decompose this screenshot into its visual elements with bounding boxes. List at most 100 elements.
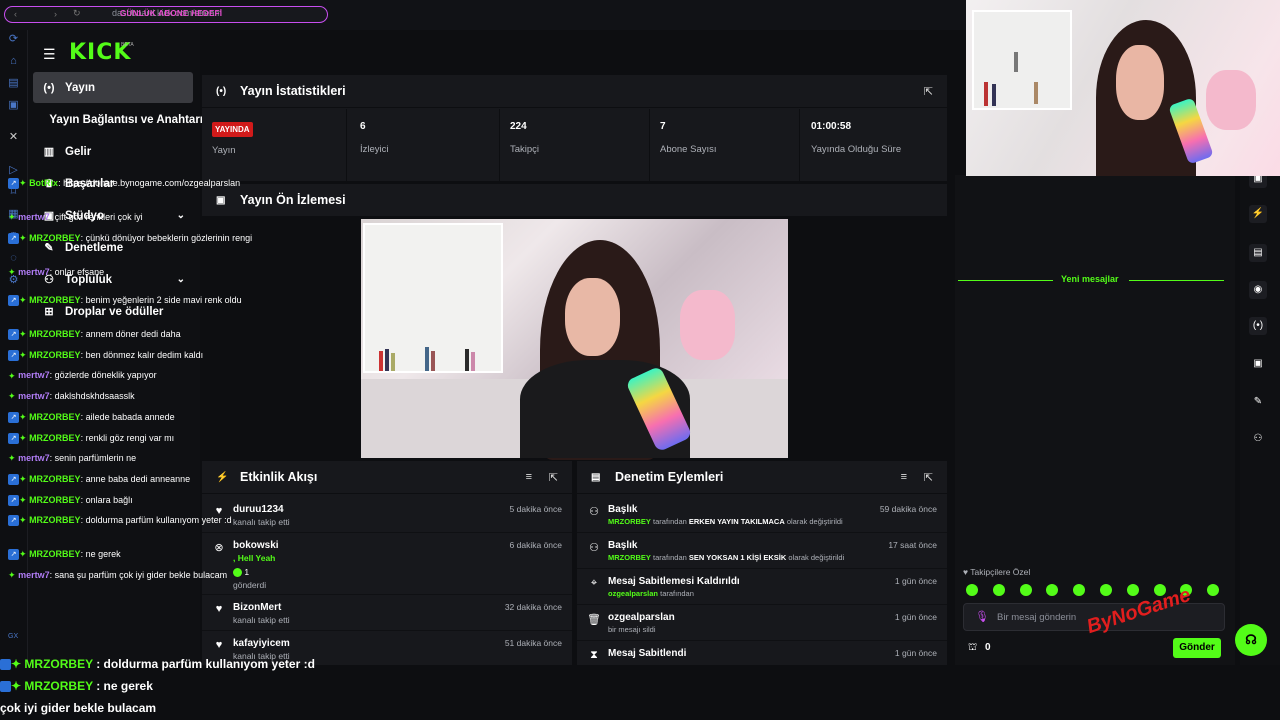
moderator-badge-icon: ↗ bbox=[8, 515, 19, 527]
heart-icon: ♥ bbox=[215, 639, 223, 651]
moderation-detail: ozgealparslan tarafından bbox=[608, 589, 694, 598]
stat-value: 6 bbox=[360, 121, 366, 132]
moderation-row: ⧗ Mesaj Sabitlendi 1 gün önce bbox=[577, 641, 947, 665]
nav-item-yayin[interactable]: (•) Yayın bbox=[33, 72, 193, 103]
popout-icon[interactable]: ⇱ bbox=[924, 471, 933, 484]
moderation-title[interactable]: ozgealparslan bbox=[608, 612, 675, 623]
reload-icon[interactable]: ↻ bbox=[73, 8, 81, 19]
new-value: SEN YOKSAN 1 KİŞİ EKSİK bbox=[688, 553, 787, 562]
send-button[interactable]: Gönder bbox=[1173, 638, 1221, 658]
activity-user[interactable]: BizonMert bbox=[233, 602, 281, 613]
beta-label: BETA bbox=[121, 42, 134, 48]
emote-icon[interactable] bbox=[1100, 584, 1112, 596]
studio-icon[interactable]: ▣ bbox=[1249, 355, 1267, 373]
chat-username[interactable]: MRZORBEY bbox=[29, 295, 81, 305]
back-icon[interactable]: ‹ bbox=[14, 9, 17, 19]
activity-text: kanalı takip etti bbox=[233, 615, 290, 625]
chat-text: ailede babada annede bbox=[85, 411, 175, 422]
moderation-time: 59 dakika önce bbox=[879, 504, 937, 514]
nav-item-gelir[interactable]: ▥ Gelir bbox=[33, 136, 193, 167]
moderator-name[interactable]: MRZORBEY bbox=[608, 553, 651, 562]
chat-message: ↗ ✦ MRZORBEY: doldurma parfüm kullanıyom … bbox=[8, 514, 270, 527]
plush-toy bbox=[680, 290, 735, 360]
sparkle-icon: ✦ bbox=[19, 349, 27, 360]
x-app-icon[interactable]: ✕ bbox=[7, 131, 20, 144]
chat-text: benim yeğenlerin 2 side mavi renk oldu bbox=[85, 295, 242, 305]
refresh-app-icon[interactable]: ⟳ bbox=[7, 33, 20, 46]
filter-icon[interactable]: ≡ bbox=[901, 471, 907, 483]
points-icon[interactable]: ⛫ bbox=[968, 642, 977, 655]
trash-icon: 🗑 bbox=[587, 614, 601, 626]
emote-icon[interactable] bbox=[1126, 584, 1139, 596]
chat-message: ✦ mertw7: gözlerde döneklik yapıyor bbox=[8, 370, 157, 381]
stat-followers: 224 Takipçi bbox=[500, 109, 650, 181]
chat-username[interactable]: mertw7 bbox=[18, 453, 50, 463]
overlay-user: MRZORBEY bbox=[24, 657, 93, 671]
chat-app-icon[interactable]: ◌ bbox=[7, 252, 20, 265]
chat-username[interactable]: MRZORBEY bbox=[29, 433, 81, 443]
chat-username[interactable]: MRZORBEY bbox=[29, 549, 81, 559]
menu-icon[interactable]: ☰ bbox=[43, 46, 56, 63]
sparkle-icon: ✦ bbox=[8, 212, 16, 223]
pass-app-icon[interactable]: ▤ bbox=[7, 77, 20, 90]
moderator-badge-icon: ↗ bbox=[8, 474, 19, 486]
followers-only-label: ♥ Takipçilere Özel bbox=[963, 567, 1031, 577]
moderator-badge-icon bbox=[0, 659, 11, 671]
moderator-badge-icon: ↗ bbox=[8, 432, 19, 444]
chat-username[interactable]: mertw7 bbox=[18, 570, 50, 580]
chat-username[interactable]: BotRix bbox=[29, 178, 58, 188]
forward-icon[interactable]: › bbox=[54, 9, 57, 19]
popout-icon[interactable]: ⇱ bbox=[924, 85, 933, 98]
stat-value: 7 bbox=[660, 121, 666, 132]
emote-icon[interactable] bbox=[966, 584, 978, 596]
detail-text: olarak değiştirildi bbox=[788, 553, 845, 562]
heart-icon: ♥ bbox=[215, 603, 223, 615]
panel-header: (•) Yayın İstatistikleri bbox=[202, 75, 947, 108]
chat-username[interactable]: MRZORBEY bbox=[29, 495, 81, 505]
chat-username[interactable]: MRZORBEY bbox=[29, 350, 81, 360]
moderator-name[interactable]: MRZORBEY bbox=[608, 517, 651, 526]
chat-text: daklshdskhdsaasslk bbox=[54, 391, 135, 402]
emote-icon[interactable] bbox=[992, 584, 1005, 596]
bolt-icon[interactable]: ⚡ bbox=[1249, 205, 1267, 223]
chat-bubble-icon[interactable]: ◉ bbox=[1249, 281, 1267, 299]
chat-username[interactable]: mertw7 bbox=[18, 370, 50, 380]
chat-placeholder: Bir mesaj gönderin bbox=[997, 612, 1077, 623]
emote-icon[interactable] bbox=[1019, 584, 1032, 596]
filter-icon[interactable]: ≡ bbox=[526, 471, 532, 483]
moderation-title: Mesaj Sabitlemesi Kaldırıldı bbox=[608, 576, 740, 587]
moderation-time: 1 gün önce bbox=[894, 648, 937, 658]
nav-item-stream-key[interactable]: Yayın Bağlantısı ve Anahtarı bbox=[33, 104, 203, 135]
popout-icon[interactable]: ⇱ bbox=[549, 471, 558, 484]
chat-text: gözlerde döneklik yapıyor bbox=[54, 370, 157, 381]
chat-username[interactable]: MRZORBEY bbox=[29, 515, 81, 525]
moderation-time: 1 gün önce bbox=[894, 576, 937, 586]
mail-app-icon[interactable]: ▣ bbox=[7, 99, 20, 112]
activity-time: 5 dakika önce bbox=[509, 504, 562, 514]
moderation-row: 🗑 ozgealparslan bir mesajı sildi 1 gün ö… bbox=[577, 605, 947, 641]
broadcast-icon[interactable]: (•) bbox=[1249, 317, 1267, 335]
shop-app-icon[interactable]: ⌂ bbox=[7, 55, 20, 68]
chat-username[interactable]: MRZORBEY bbox=[29, 474, 81, 484]
overlay-user: MRZORBEY bbox=[24, 679, 93, 693]
chat-username[interactable]: MRZORBEY bbox=[29, 233, 81, 243]
bookshelf bbox=[972, 10, 1072, 110]
stat-uptime: 01:00:58 Yayında Olduğu Süre bbox=[801, 109, 947, 181]
microphone-icon[interactable]: 🎙 bbox=[975, 610, 989, 623]
moderation-title: Başlık bbox=[608, 540, 638, 551]
chat-username[interactable]: mertw7 bbox=[18, 391, 50, 401]
chat-username[interactable]: mertw7 bbox=[18, 267, 50, 277]
chat-text: çünkü dönüyor bebeklerin gözlerinin reng… bbox=[85, 232, 253, 243]
moderator-name[interactable]: ozgealparslan bbox=[608, 589, 658, 598]
activity-user[interactable]: kafayiyicem bbox=[233, 638, 290, 649]
chat-username[interactable]: MRZORBEY bbox=[29, 412, 81, 422]
users-icon[interactable]: ⚇ bbox=[1249, 430, 1267, 448]
support-button[interactable]: ☊ bbox=[1235, 624, 1267, 656]
chat-message: ✦ mertw7: çift göz renkleri çok iyi bbox=[8, 212, 143, 223]
play-app-icon[interactable]: ▷ bbox=[7, 164, 20, 177]
chat-username[interactable]: MRZORBEY bbox=[29, 329, 81, 339]
wrench-icon[interactable]: ✎ bbox=[1249, 393, 1267, 411]
document-icon[interactable]: ▤ bbox=[1249, 244, 1267, 262]
chat-username[interactable]: mertw7 bbox=[18, 212, 50, 222]
moderation-time: 1 gün önce bbox=[894, 612, 937, 622]
